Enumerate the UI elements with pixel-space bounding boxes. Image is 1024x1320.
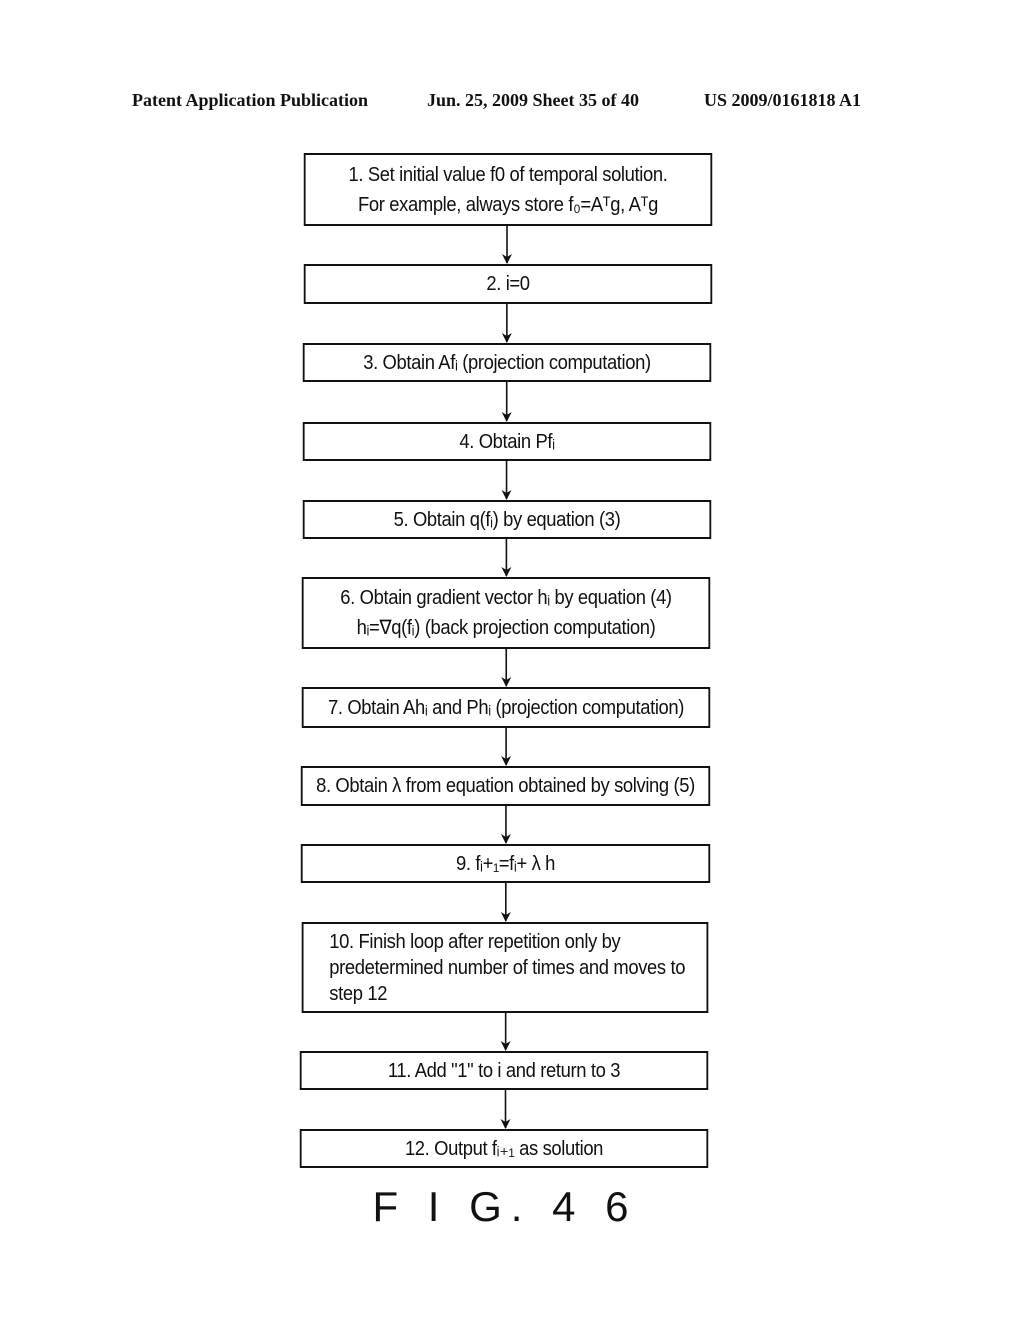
step-9-text: 9. fᵢ+₁=fᵢ+ λ h: [455, 852, 556, 875]
step-8-text: 8. Obtain λ from equation obtained by so…: [316, 775, 695, 797]
step-1-line-2: For example, always store f₀=Aᵀg, Aᵀg: [358, 193, 658, 216]
step-10-line-1: 10. Finish loop after repetition only by: [329, 930, 621, 953]
step-6-line-1: 6. Obtain gradient vector hᵢ by equation…: [340, 587, 672, 609]
step-12-box: 12. Output fᵢ₊₁ as solution: [299, 1129, 709, 1168]
step-4-box: 4. Obtain Pfᵢ: [302, 422, 712, 461]
step-6-box: 6. Obtain gradient vector hᵢ by equation…: [301, 577, 711, 649]
step-3-text: 3. Obtain Afᵢ (projection computation): [363, 351, 651, 374]
step-10-line-3: step 12: [329, 982, 388, 1005]
step-7-text: 7. Obtain Ahᵢ and Phᵢ (projection comput…: [327, 696, 685, 719]
step-9-box: 9. fᵢ+₁=fᵢ+ λ h: [300, 844, 711, 883]
step-5-box: 5. Obtain q(fᵢ) by equation (3): [302, 500, 712, 539]
step-2-text: 2. i=0: [486, 273, 530, 295]
step-7-box: 7. Obtain Ahᵢ and Phᵢ (projection comput…: [301, 687, 711, 728]
step-1-line-1: 1. Set initial value f0 of temporal solu…: [348, 163, 668, 186]
step-6-line-2: hᵢ=∇q(fᵢ) (back projection computation): [356, 617, 656, 639]
step-10-line-2: predetermined number of times and moves …: [329, 956, 686, 979]
step-10-box: 10. Finish loop after repetition only by…: [301, 922, 709, 1013]
figure-label: F I G. 4 6: [372, 1183, 638, 1230]
step-11-text: 11. Add "1" to i and return to 3: [387, 1059, 621, 1082]
step-8-box: 8. Obtain λ from equation obtained by so…: [300, 766, 711, 806]
step-1-box: 1. Set initial value f0 of temporal solu…: [303, 153, 713, 226]
step-2-box: 2. i=0: [303, 264, 713, 304]
step-12-text: 12. Output fᵢ₊₁ as solution: [404, 1137, 604, 1160]
step-5-text: 5. Obtain q(fᵢ) by equation (3): [393, 508, 621, 531]
step-4-text: 4. Obtain Pfᵢ: [459, 430, 555, 453]
step-3-box: 3. Obtain Afᵢ (projection computation): [302, 343, 712, 382]
step-11-box: 11. Add "1" to i and return to 3: [299, 1051, 709, 1090]
